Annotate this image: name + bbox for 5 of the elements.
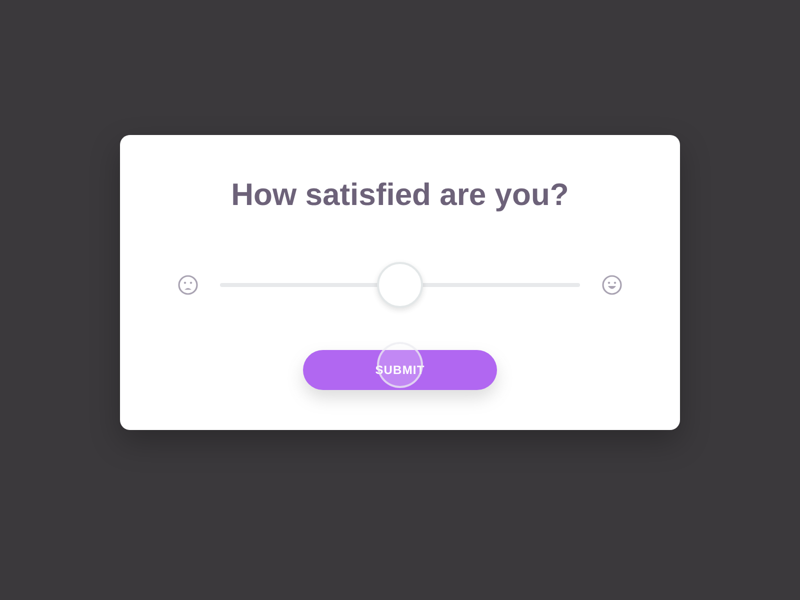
slider-thumb[interactable] xyxy=(377,262,423,308)
happy-face-icon xyxy=(602,275,622,295)
question-title: How satisfied are you? xyxy=(231,176,569,214)
satisfaction-slider[interactable] xyxy=(220,261,580,309)
sad-face-icon xyxy=(178,275,198,295)
